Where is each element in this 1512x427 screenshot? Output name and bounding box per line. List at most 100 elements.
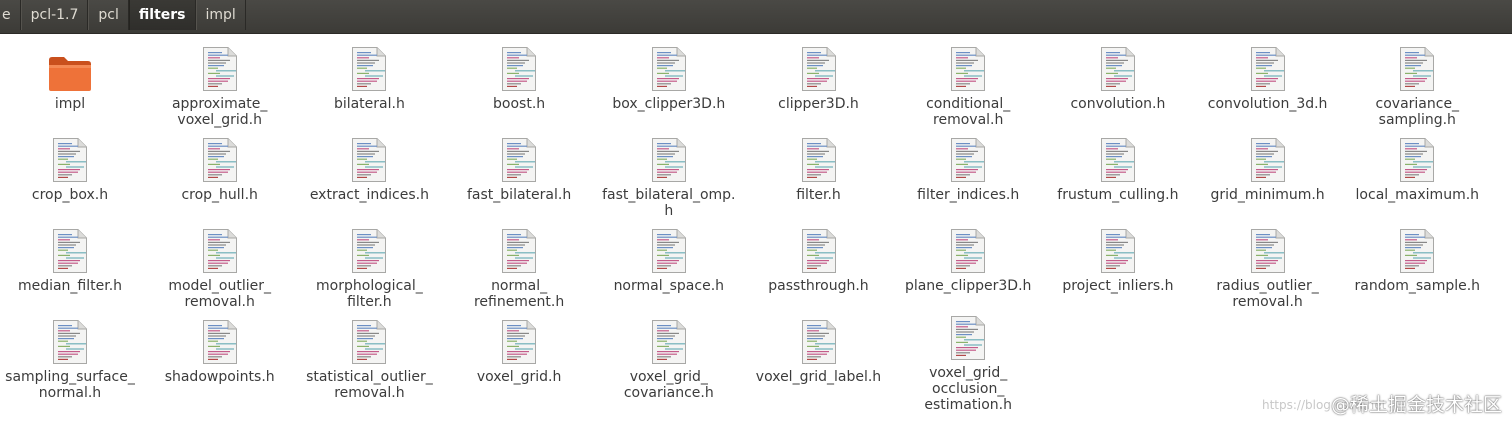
- file-item[interactable]: voxel_grid_ covariance.h: [599, 315, 739, 403]
- file-name-label: filter_indices.h: [917, 187, 1020, 203]
- text-file-icon: [644, 224, 694, 274]
- text-file-icon: [943, 315, 993, 361]
- file-item[interactable]: grid_minimum.h: [1198, 133, 1338, 221]
- file-name-label: covariance_ sampling.h: [1375, 96, 1460, 128]
- file-name-label: crop_hull.h: [181, 187, 258, 203]
- file-item[interactable]: bilateral.h: [299, 42, 439, 130]
- text-file-icon: [344, 315, 394, 365]
- file-item[interactable]: passthrough.h: [749, 224, 889, 312]
- breadcrumb-impl[interactable]: impl: [195, 0, 246, 30]
- text-file-icon: [1243, 42, 1293, 92]
- file-item[interactable]: crop_hull.h: [150, 133, 290, 221]
- file-item[interactable]: normal_ refinement.h: [449, 224, 589, 312]
- file-item[interactable]: boost.h: [449, 42, 589, 130]
- breadcrumb-e[interactable]: e: [0, 0, 21, 30]
- file-item[interactable]: project_inliers.h: [1048, 224, 1188, 312]
- text-file-icon: [1243, 133, 1293, 183]
- text-file-icon: [195, 133, 245, 183]
- folder-icon: [45, 42, 95, 92]
- file-name-label: box_clipper3D.h: [612, 96, 726, 112]
- file-item[interactable]: filter.h: [749, 133, 889, 221]
- breadcrumb-filters[interactable]: filters: [128, 0, 196, 30]
- file-item[interactable]: filter_indices.h: [898, 133, 1038, 221]
- breadcrumb-pcl-1-7[interactable]: pcl-1.7: [20, 0, 89, 30]
- file-name-label: project_inliers.h: [1062, 278, 1174, 294]
- file-item[interactable]: fast_bilateral.h: [449, 133, 589, 221]
- file-item[interactable]: extract_indices.h: [299, 133, 439, 221]
- file-item[interactable]: convolution_3d.h: [1198, 42, 1338, 130]
- file-item[interactable]: voxel_grid.h: [449, 315, 589, 403]
- file-item[interactable]: fast_bilateral_omp. h: [599, 133, 739, 221]
- text-file-icon: [1392, 133, 1442, 183]
- file-item[interactable]: conditional_ removal.h: [898, 42, 1038, 130]
- file-item[interactable]: local_maximum.h: [1347, 133, 1487, 221]
- file-item[interactable]: random_sample.h: [1347, 224, 1487, 312]
- file-name-label: local_maximum.h: [1355, 187, 1480, 203]
- text-file-icon: [45, 224, 95, 274]
- text-file-icon: [1392, 42, 1442, 92]
- file-item[interactable]: plane_clipper3D.h: [898, 224, 1038, 312]
- text-file-icon: [943, 42, 993, 92]
- file-name-label: voxel_grid.h: [476, 369, 562, 385]
- file-name-label: fast_bilateral.h: [467, 187, 572, 203]
- file-name-label: conditional_ removal.h: [926, 96, 1011, 128]
- file-name-label: radius_outlier_ removal.h: [1216, 278, 1319, 310]
- text-file-icon: [344, 42, 394, 92]
- file-name-label: filter.h: [796, 187, 841, 203]
- text-file-icon: [794, 315, 844, 365]
- file-name-label: crop_box.h: [31, 187, 109, 203]
- text-file-icon: [644, 315, 694, 365]
- file-item[interactable]: statistical_outlier_ removal.h: [299, 315, 439, 403]
- text-file-icon: [943, 133, 993, 183]
- path-bar: e pcl-1.7 pcl filters impl: [0, 0, 1512, 34]
- text-file-icon: [644, 133, 694, 183]
- text-file-icon: [344, 133, 394, 183]
- file-item[interactable]: voxel_grid_label.h: [749, 315, 889, 403]
- text-file-icon: [344, 224, 394, 274]
- file-item[interactable]: normal_space.h: [599, 224, 739, 312]
- text-file-icon: [794, 224, 844, 274]
- file-name-label: fast_bilateral_omp. h: [602, 187, 736, 219]
- text-file-icon: [45, 133, 95, 183]
- file-name-label: extract_indices.h: [309, 187, 429, 203]
- text-file-icon: [494, 133, 544, 183]
- file-item[interactable]: approximate_ voxel_grid.h: [150, 42, 290, 130]
- text-file-icon: [494, 42, 544, 92]
- text-file-icon: [1093, 133, 1143, 183]
- text-file-icon: [794, 42, 844, 92]
- folder-item[interactable]: impl: [0, 42, 140, 130]
- file-item[interactable]: model_outlier_ removal.h: [150, 224, 290, 312]
- file-name-label: boost.h: [493, 96, 546, 112]
- file-name-label: sampling_surface_ normal.h: [5, 369, 135, 401]
- file-item[interactable]: radius_outlier_ removal.h: [1198, 224, 1338, 312]
- file-item[interactable]: box_clipper3D.h: [599, 42, 739, 130]
- text-file-icon: [1093, 224, 1143, 274]
- file-item[interactable]: voxel_grid_ occlusion_ estimation.h: [898, 315, 1038, 413]
- file-name-label: plane_clipper3D.h: [904, 278, 1032, 294]
- file-name-label: shadowpoints.h: [164, 369, 275, 385]
- file-name-label: grid_minimum.h: [1210, 187, 1325, 203]
- text-file-icon: [943, 224, 993, 274]
- file-name-label: normal_ refinement.h: [473, 278, 565, 310]
- file-name-label: impl: [54, 96, 86, 112]
- file-name-label: voxel_grid_ occlusion_ estimation.h: [924, 365, 1013, 413]
- text-file-icon: [45, 315, 95, 365]
- file-item[interactable]: frustum_culling.h: [1048, 133, 1188, 221]
- file-name-label: statistical_outlier_ removal.h: [306, 369, 433, 401]
- file-name-label: random_sample.h: [1354, 278, 1481, 294]
- file-name-label: clipper3D.h: [778, 96, 859, 112]
- file-item[interactable]: sampling_surface_ normal.h: [0, 315, 140, 403]
- file-item[interactable]: morphological_ filter.h: [299, 224, 439, 312]
- file-name-label: voxel_grid_ covariance.h: [623, 369, 714, 401]
- text-file-icon: [195, 315, 245, 365]
- file-name-label: median_filter.h: [17, 278, 123, 294]
- file-item[interactable]: covariance_ sampling.h: [1347, 42, 1487, 130]
- file-item[interactable]: shadowpoints.h: [150, 315, 290, 403]
- breadcrumb-pcl[interactable]: pcl: [88, 0, 129, 30]
- text-file-icon: [794, 133, 844, 183]
- file-item[interactable]: clipper3D.h: [749, 42, 889, 130]
- file-item[interactable]: median_filter.h: [0, 224, 140, 312]
- file-item[interactable]: convolution.h: [1048, 42, 1188, 130]
- file-item[interactable]: crop_box.h: [0, 133, 140, 221]
- text-file-icon: [644, 42, 694, 92]
